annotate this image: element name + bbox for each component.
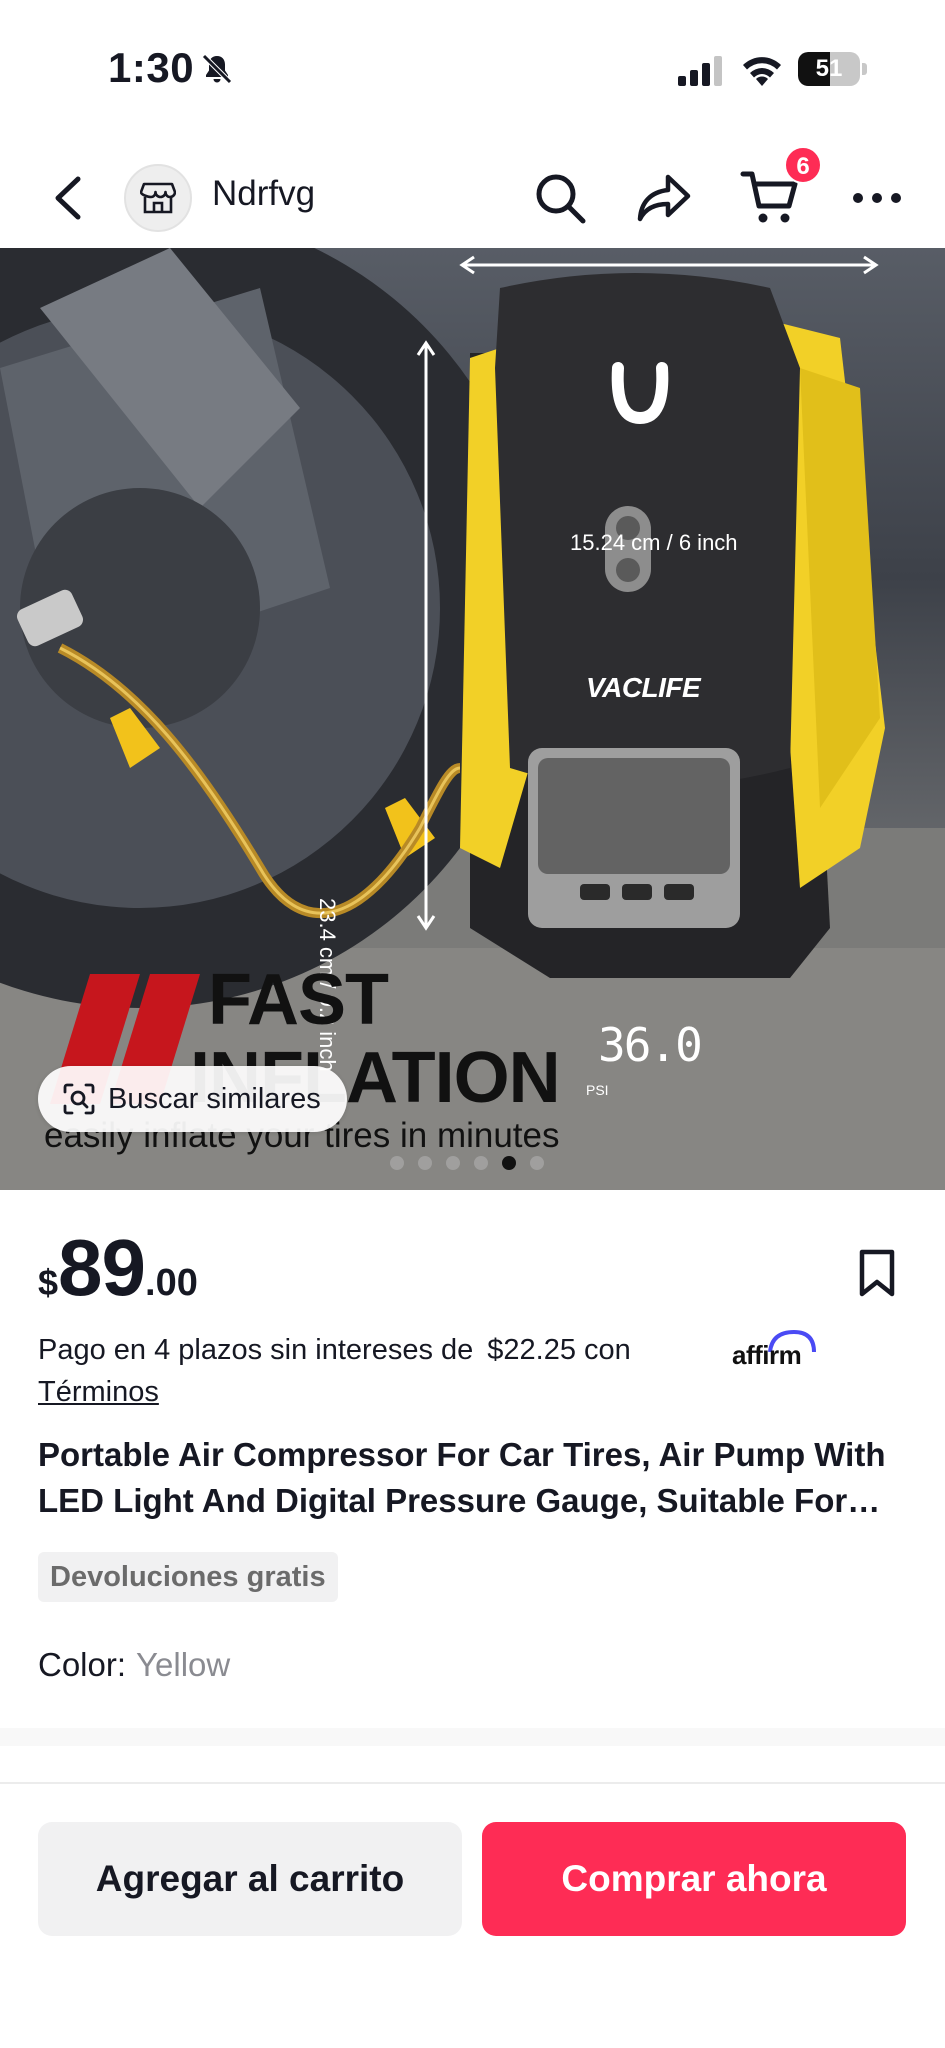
- shop-name[interactable]: Ndrfvg: [212, 174, 315, 214]
- carousel-dot-active[interactable]: [502, 1156, 516, 1170]
- color-label: Color:: [38, 1646, 127, 1683]
- battery-level: 51: [815, 55, 843, 82]
- status-time: 1:30: [108, 44, 195, 91]
- share-button[interactable]: [632, 166, 696, 230]
- search-icon: [536, 174, 586, 224]
- image-search-icon: [63, 1083, 95, 1115]
- price-decimal: .00: [145, 1262, 198, 1304]
- share-icon: [637, 174, 691, 222]
- terms-link[interactable]: Términos: [38, 1376, 159, 1409]
- cart-count-badge: 6: [784, 146, 822, 184]
- carousel-dot[interactable]: [390, 1156, 404, 1170]
- search-similar-label: Buscar similares: [108, 1082, 321, 1115]
- section-divider: [0, 1728, 945, 1746]
- installment-text: Pago en 4 plazos sin intereses de: [38, 1334, 474, 1366]
- bell-slash-icon: [202, 54, 232, 84]
- battery-icon: 51: [798, 52, 868, 86]
- color-value: Yellow: [136, 1646, 231, 1683]
- gauge-value-text: 36.0: [598, 1018, 703, 1072]
- image-headline-line1: FAST: [208, 960, 389, 1040]
- dimension-width-label: 15.24 cm / 6 inch: [570, 530, 738, 555]
- buy-now-button[interactable]: Comprar ahora: [482, 1822, 906, 1936]
- free-returns-badge[interactable]: Devoluciones gratis: [38, 1552, 338, 1602]
- status-bar: 1:30 51: [0, 0, 945, 140]
- affirm-logo: affirm: [732, 1330, 818, 1370]
- search-button[interactable]: [528, 166, 592, 230]
- gauge-unit-text: PSI: [586, 1082, 609, 1098]
- carousel-dot[interactable]: [446, 1156, 460, 1170]
- more-icon: [853, 193, 901, 203]
- search-similar-button[interactable]: Buscar similares: [38, 1066, 347, 1132]
- installment-amount: $22.25 con: [487, 1334, 631, 1366]
- product-price: $ 89 .00: [38, 1228, 198, 1308]
- product-brand-text: VACLIFE: [586, 672, 701, 703]
- more-button[interactable]: [845, 166, 909, 230]
- bottom-bar-divider: [0, 1782, 945, 1784]
- back-button[interactable]: [40, 170, 96, 226]
- store-icon: [140, 182, 176, 214]
- affirm-logo-text: affirm: [732, 1340, 802, 1370]
- chevron-left-icon: [55, 176, 81, 220]
- save-button[interactable]: [852, 1246, 902, 1300]
- installment-info: Pago en 4 plazos sin intereses de $22.25 …: [38, 1334, 631, 1367]
- color-selector[interactable]: Color: Yellow: [38, 1646, 230, 1684]
- bookmark-icon: [859, 1249, 895, 1297]
- add-to-cart-button[interactable]: Agregar al carrito: [38, 1822, 462, 1936]
- wifi-icon: [743, 57, 781, 86]
- carousel-indicator: [390, 1156, 544, 1170]
- carousel-dot[interactable]: [418, 1156, 432, 1170]
- cellular-signal-icon: [678, 56, 722, 86]
- price-integer: 89: [58, 1223, 146, 1312]
- carousel-dot[interactable]: [530, 1156, 544, 1170]
- shop-avatar[interactable]: [124, 164, 192, 232]
- price-currency: $: [38, 1262, 59, 1303]
- product-title[interactable]: Portable Air Compressor For Car Tires, A…: [38, 1432, 908, 1524]
- carousel-dot[interactable]: [474, 1156, 488, 1170]
